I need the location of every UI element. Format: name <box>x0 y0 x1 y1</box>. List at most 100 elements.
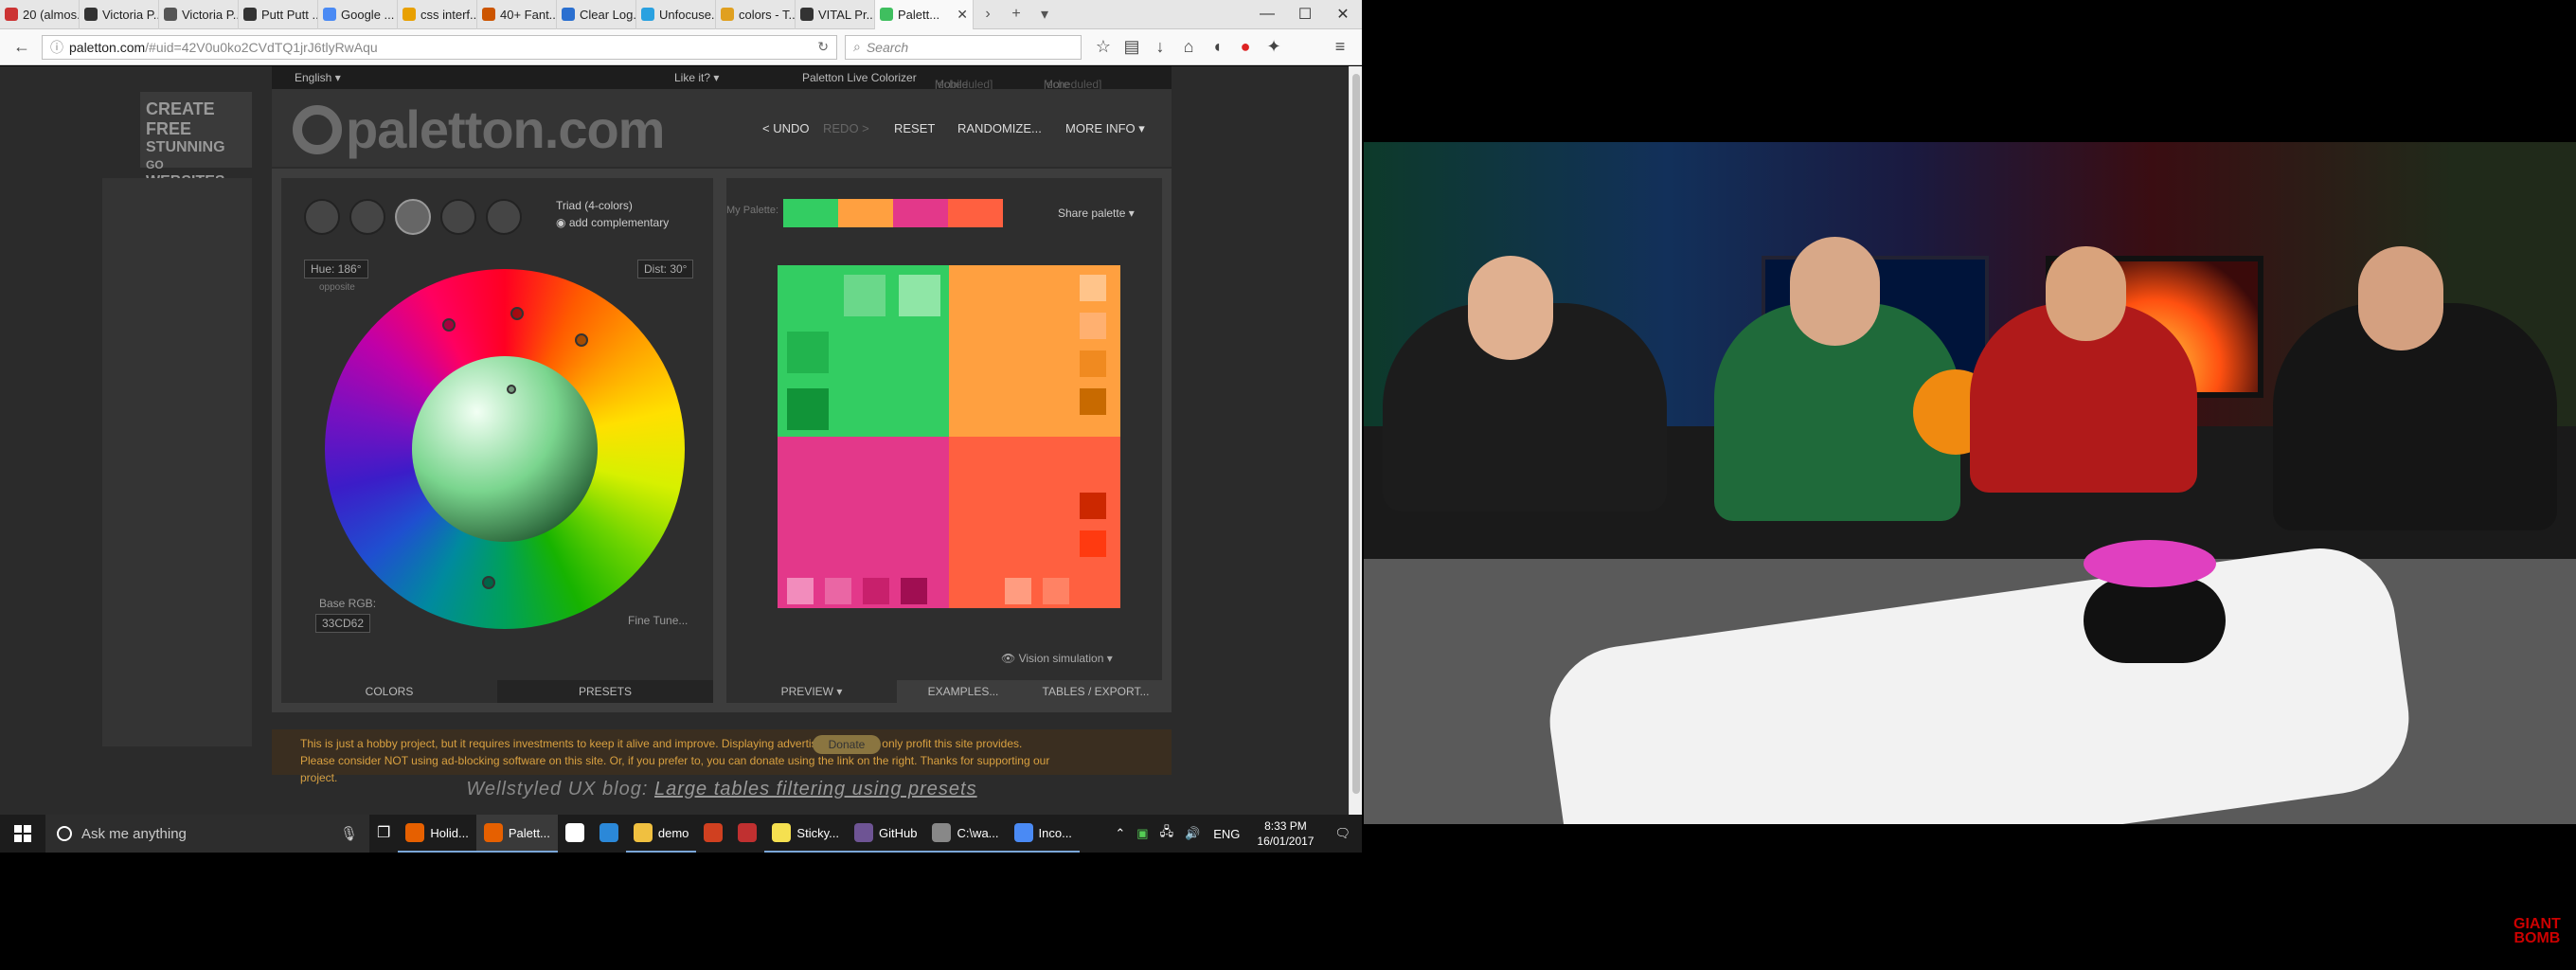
palette-shade-swatch[interactable] <box>899 275 940 316</box>
tab-list-dropdown-icon[interactable]: ▾ <box>1030 5 1059 24</box>
hue-field[interactable]: Hue: 186° <box>304 260 368 278</box>
browser-tab[interactable]: css interf... <box>398 0 477 29</box>
start-button[interactable] <box>0 815 45 853</box>
taskbar-app[interactable]: GitHub <box>846 815 925 853</box>
donate-button[interactable]: Donate <box>813 735 881 754</box>
taskbar-app[interactable]: Inco... <box>1006 815 1080 853</box>
browser-tab[interactable]: Victoria P... <box>159 0 239 29</box>
palette-strip-swatch[interactable] <box>948 199 1003 227</box>
microphone-icon[interactable]: 🎙 <box>340 825 358 842</box>
palette-shade-swatch[interactable] <box>844 275 886 316</box>
download-icon[interactable]: ↓ <box>1146 37 1174 57</box>
extension-icon[interactable]: ✦ <box>1260 37 1288 57</box>
palette-shade-swatch[interactable] <box>1080 388 1106 415</box>
palette-strip-swatch[interactable] <box>783 199 838 227</box>
reset-button[interactable]: RESET <box>894 121 935 135</box>
vision-simulation-toggle[interactable]: 👁 Vision simulation ▾ <box>1001 652 1113 665</box>
more-info-menu[interactable]: MORE INFO ▾ <box>1065 121 1145 136</box>
base-rgb-field[interactable]: 33CD62 <box>315 614 371 633</box>
url-bar[interactable]: ⓘ paletton.com/#uid=42V0u0ko2CVdTQ1jrJ6t… <box>42 34 837 60</box>
palette-shade-swatch[interactable] <box>1080 530 1106 557</box>
palette-shade-swatch[interactable] <box>1080 275 1106 301</box>
dist-field[interactable]: Dist: 30° <box>637 260 694 278</box>
palette-shade-swatch[interactable] <box>863 578 889 604</box>
home-icon[interactable]: ⌂ <box>1174 37 1203 57</box>
my-palette-strip[interactable] <box>783 199 1003 227</box>
browser-tab[interactable]: 40+ Fant... <box>477 0 557 29</box>
taskbar-app[interactable] <box>592 815 626 853</box>
saturation-disc[interactable] <box>412 356 598 542</box>
palette-shade-swatch[interactable] <box>787 388 829 430</box>
palette-quad-red[interactable] <box>949 437 1120 608</box>
tab-presets[interactable]: PRESETS <box>497 680 713 703</box>
tab-preview[interactable]: PREVIEW ▾ <box>726 680 897 703</box>
color-wheel[interactable] <box>325 269 685 629</box>
scrollbar-thumb[interactable] <box>1352 74 1360 794</box>
reload-icon[interactable]: ↻ <box>817 39 829 55</box>
palette-shade-swatch[interactable] <box>1080 313 1106 339</box>
network-icon[interactable]: 🖧 <box>1154 823 1180 844</box>
tray-chevron-icon[interactable]: ⌃ <box>1109 826 1131 841</box>
search-input[interactable]: ⌕ Search <box>845 34 1082 60</box>
scheme-free-button[interactable] <box>486 199 522 235</box>
taskbar-app[interactable] <box>558 815 592 853</box>
live-colorizer-link[interactable]: Paletton Live Colorizer <box>802 71 917 84</box>
new-tab-button[interactable]: + <box>1002 6 1030 23</box>
browser-tab[interactable]: colors - T... <box>716 0 796 29</box>
close-tab-icon[interactable]: ✕ <box>953 7 968 23</box>
cortana-search-box[interactable]: Ask me anything 🎙 <box>45 815 369 853</box>
reading-list-icon[interactable]: ▤ <box>1118 37 1146 57</box>
ad-banner[interactable]: CREATE FREE STUNNING GO WEBSITES <box>140 92 252 189</box>
browser-tab[interactable]: VITAL Pr... <box>796 0 875 29</box>
scheme-triad-button[interactable] <box>395 199 431 235</box>
menu-hamburger-icon[interactable]: ≡ <box>1326 37 1354 57</box>
minimize-button[interactable]: — <box>1248 6 1286 23</box>
palette-strip-swatch[interactable] <box>838 199 893 227</box>
redo-button[interactable]: REDO > <box>823 121 869 135</box>
browser-tab[interactable]: 20 (almos... <box>0 0 80 29</box>
hue-handle-orange[interactable] <box>575 333 588 347</box>
tab-tables-export[interactable]: TABLES / EXPORT... <box>1029 680 1162 703</box>
maximize-button[interactable]: ☐ <box>1286 5 1324 24</box>
palette-shade-swatch[interactable] <box>901 578 927 604</box>
palette-shade-swatch[interactable] <box>1043 578 1069 604</box>
pocket-icon[interactable]: ◖ <box>1203 37 1231 57</box>
browser-tab[interactable]: Clear Log... <box>557 0 636 29</box>
back-button[interactable]: ← <box>8 37 36 57</box>
hue-handle-green[interactable] <box>482 576 495 589</box>
scheme-adjacent-button[interactable] <box>349 199 385 235</box>
close-window-button[interactable]: ✕ <box>1324 5 1362 24</box>
bookmark-star-icon[interactable]: ☆ <box>1089 37 1118 57</box>
share-palette-menu[interactable]: Share palette ▾ <box>1058 207 1135 220</box>
taskbar-app[interactable]: Palett... <box>475 815 558 853</box>
taskbar-app[interactable]: C:\wa... <box>924 815 1007 853</box>
volume-icon[interactable]: 🔊 <box>1179 826 1206 841</box>
scheme-mono-button[interactable] <box>304 199 340 235</box>
taskbar-app[interactable]: Sticky... <box>764 815 847 853</box>
fine-tune-link[interactable]: Fine Tune... <box>628 614 688 627</box>
page-scrollbar[interactable] <box>1349 66 1362 815</box>
scheme-tetrad-button[interactable] <box>440 199 476 235</box>
tab-scroll-right-icon[interactable]: › <box>974 6 1002 23</box>
browser-tab[interactable]: Victoria P... <box>80 0 159 29</box>
browser-tab[interactable]: Google ... <box>318 0 398 29</box>
palette-shade-swatch[interactable] <box>1080 493 1106 519</box>
adblock-icon[interactable]: ● <box>1231 37 1260 57</box>
paletton-logo[interactable]: paletton.com <box>293 99 665 160</box>
shade-handle[interactable] <box>507 385 516 394</box>
palette-shade-swatch[interactable] <box>825 578 851 604</box>
palette-shade-swatch[interactable] <box>1005 578 1031 604</box>
hue-handle-red[interactable] <box>510 307 524 320</box>
taskbar-app[interactable] <box>696 815 730 853</box>
clock[interactable]: 8:33 PM 16/01/2017 <box>1247 818 1323 849</box>
blog-link[interactable]: Large tables filtering using presets <box>654 779 977 799</box>
info-icon[interactable]: ⓘ <box>50 38 63 57</box>
task-view-button[interactable]: ❐ <box>369 815 398 853</box>
palette-shade-swatch[interactable] <box>1080 350 1106 377</box>
tray-app-icon[interactable]: ▣ <box>1131 826 1154 841</box>
tab-colors[interactable]: COLORS <box>281 680 497 703</box>
tab-examples[interactable]: EXAMPLES... <box>897 680 1029 703</box>
taskbar-app[interactable] <box>730 815 764 853</box>
like-it-menu[interactable]: Like it? ▾ <box>674 71 719 84</box>
undo-button[interactable]: < UNDO <box>762 121 809 135</box>
